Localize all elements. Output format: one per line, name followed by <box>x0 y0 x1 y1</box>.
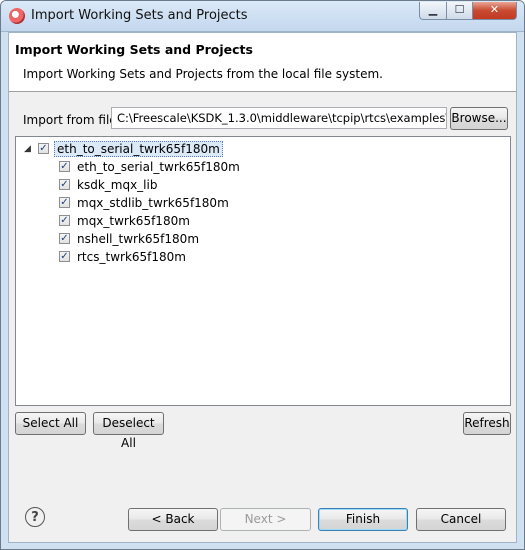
minimize-button[interactable]: ▁ <box>419 2 447 20</box>
finish-button[interactable]: Finish <box>318 508 408 531</box>
tree-child-row[interactable]: ✓ mqx_twrk65f180m <box>59 212 192 229</box>
tree-child-row[interactable]: ✓ ksdk_mqx_lib <box>59 176 159 193</box>
tree-child-row[interactable]: ✓ rtcs_twrk65f180m <box>59 248 188 265</box>
project-tree[interactable]: ◢ ✓ eth_to_serial_twrk65f180m ✓ eth_to_s… <box>15 136 511 406</box>
browse-button[interactable]: Browse... <box>450 107 508 130</box>
back-button[interactable]: < Back <box>128 508 218 531</box>
window-title: Import Working Sets and Projects <box>31 8 248 23</box>
import-file-path-input[interactable]: C:\Freescale\KSDK_1.3.0\middleware\tcpip… <box>111 107 447 129</box>
close-button[interactable]: ✕ <box>472 2 517 20</box>
tree-child-row[interactable]: ✓ mqx_stdlib_twrk65f180m <box>59 194 231 211</box>
tree-child-row[interactable]: ✓ nshell_twrk65f180m <box>59 230 201 247</box>
tree-child-checkbox[interactable]: ✓ <box>59 179 70 190</box>
deselect-all-button[interactable]: Deselect All <box>93 412 164 450</box>
cancel-button[interactable]: Cancel <box>416 508 506 531</box>
import-dialog-window: Import Working Sets and Projects ▁ ☐ ✕ I… <box>0 0 525 550</box>
tree-child-checkbox[interactable]: ✓ <box>59 251 70 262</box>
import-from-file-label: Import from file: <box>23 113 121 127</box>
help-icon[interactable]: ? <box>25 507 45 527</box>
tree-child-label: eth_to_serial_twrk65f180m <box>77 159 240 174</box>
tree-child-label: nshell_twrk65f180m <box>77 231 200 246</box>
tree-child-checkbox[interactable]: ✓ <box>59 161 70 172</box>
tree-child-checkbox[interactable]: ✓ <box>59 197 70 208</box>
dialog-client-area: Import Working Sets and Projects Import … <box>8 32 517 543</box>
wizard-page-title: Import Working Sets and Projects <box>15 42 253 57</box>
tree-root-checkbox[interactable]: ✓ <box>38 143 49 154</box>
wizard-header: Import Working Sets and Projects Import … <box>9 33 516 92</box>
next-button[interactable]: Next > <box>220 508 311 531</box>
select-all-button[interactable]: Select All <box>15 412 86 435</box>
tree-child-checkbox[interactable]: ✓ <box>59 215 70 226</box>
title-bar[interactable]: Import Working Sets and Projects ▁ ☐ ✕ <box>1 1 524 32</box>
tree-child-label: ksdk_mqx_lib <box>77 177 158 192</box>
tree-child-label: mqx_twrk65f180m <box>77 213 190 228</box>
tree-child-label: rtcs_twrk65f180m <box>77 249 186 264</box>
tree-child-label: mqx_stdlib_twrk65f180m <box>77 195 229 210</box>
maximize-button[interactable]: ☐ <box>446 2 473 20</box>
refresh-button[interactable]: Refresh <box>463 412 511 435</box>
tree-child-row[interactable]: ✓ eth_to_serial_twrk65f180m <box>59 158 242 175</box>
tree-root-label: eth_to_serial_twrk65f180m <box>54 140 223 157</box>
eclipse-app-icon <box>9 8 25 24</box>
tree-expander-icon[interactable]: ◢ <box>24 144 34 154</box>
tree-root-row[interactable]: ◢ ✓ eth_to_serial_twrk65f180m <box>24 140 223 157</box>
tree-child-checkbox[interactable]: ✓ <box>59 233 70 244</box>
wizard-page-description: Import Working Sets and Projects from th… <box>23 67 383 81</box>
